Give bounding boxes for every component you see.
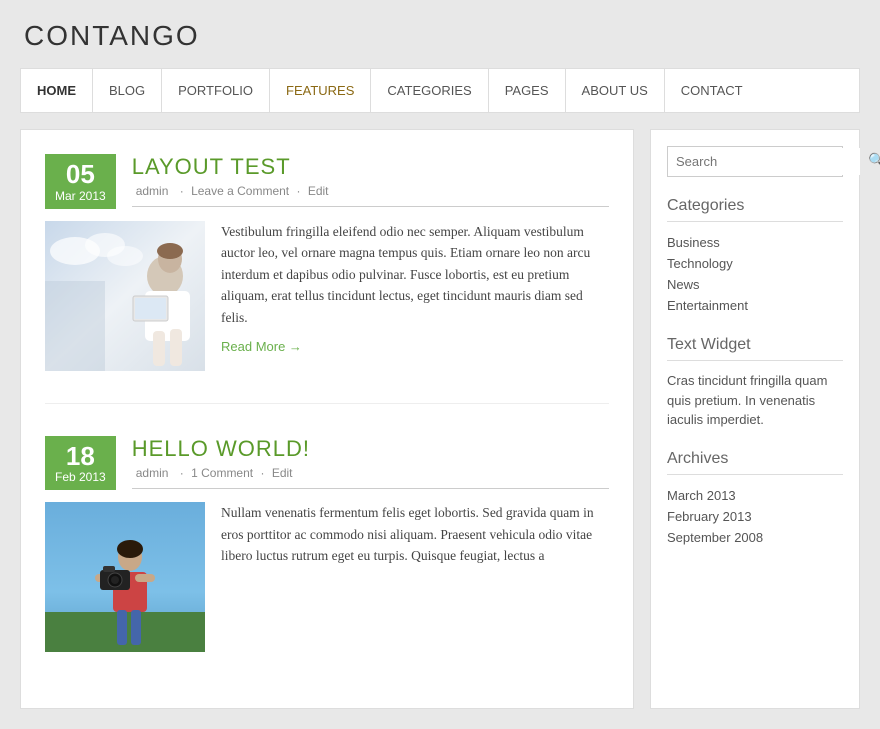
category-business[interactable]: Business (667, 232, 843, 253)
archives-title: Archives (667, 450, 843, 475)
categories-section: Categories Business Technology News Ente… (667, 197, 843, 316)
nav-item-features[interactable]: FEATURES (270, 69, 371, 112)
post-2-image (45, 502, 205, 652)
date-box-2: 18 Feb 2013 (45, 436, 116, 491)
search-input[interactable] (668, 148, 860, 175)
post-2: 18 Feb 2013 HELLO WORLD! admin · 1 Comme… (45, 436, 609, 685)
text-widget-content: Cras tincidunt fringilla quam quis preti… (667, 371, 843, 430)
post-2-text: Nullam venenatis fermentum felis eget lo… (221, 502, 609, 652)
post-1-month-year: Mar 2013 (55, 189, 106, 203)
nav-item-about[interactable]: ABOUT US (566, 69, 665, 112)
category-technology[interactable]: Technology (667, 253, 843, 274)
post-1: 05 Mar 2013 LAYOUT TEST admin · Leave a … (45, 154, 609, 404)
main-nav: HOME BLOG PORTFOLIO FEATURES CATEGORIES … (20, 68, 860, 113)
nav-item-contact[interactable]: CONTACT (665, 69, 759, 112)
post-1-meta: admin · Leave a Comment · Edit (132, 184, 609, 198)
nav-item-home[interactable]: HOME (21, 69, 93, 112)
main-content: 05 Mar 2013 LAYOUT TEST admin · Leave a … (20, 129, 634, 709)
post-1-author: admin (136, 184, 169, 198)
post-1-text: Vestibulum fringilla eleifend odio nec s… (221, 221, 609, 371)
post-1-image (45, 221, 205, 371)
post-2-comment-link[interactable]: 1 Comment (191, 466, 253, 480)
nav-item-blog[interactable]: BLOG (93, 69, 162, 112)
post-2-edit-link[interactable]: Edit (272, 466, 293, 480)
post-1-title[interactable]: LAYOUT TEST (132, 154, 609, 180)
category-news[interactable]: News (667, 274, 843, 295)
search-icon: 🔍 (860, 147, 880, 176)
post-2-author: admin (136, 466, 169, 480)
post-1-read-more[interactable]: Read More → (221, 337, 302, 358)
text-widget-title: Text Widget (667, 336, 843, 361)
nav-item-pages[interactable]: PAGES (489, 69, 566, 112)
archive-september-2008[interactable]: September 2008 (667, 527, 843, 548)
post-1-day: 05 (55, 160, 106, 189)
text-widget-section: Text Widget Cras tincidunt fringilla qua… (667, 336, 843, 430)
categories-title: Categories (667, 197, 843, 222)
nav-item-portfolio[interactable]: PORTFOLIO (162, 69, 270, 112)
post-2-title[interactable]: HELLO WORLD! (132, 436, 609, 462)
post-2-month-year: Feb 2013 (55, 470, 106, 484)
archive-march-2013[interactable]: March 2013 (667, 485, 843, 506)
post-2-meta: admin · 1 Comment · Edit (132, 466, 609, 480)
post-2-day: 18 (55, 442, 106, 471)
nav-item-categories[interactable]: CATEGORIES (371, 69, 488, 112)
archive-february-2013[interactable]: February 2013 (667, 506, 843, 527)
category-entertainment[interactable]: Entertainment (667, 295, 843, 316)
date-box-1: 05 Mar 2013 (45, 154, 116, 209)
site-title: CONTANGO (20, 20, 860, 52)
post-1-comment-link[interactable]: Leave a Comment (191, 184, 289, 198)
post-1-edit-link[interactable]: Edit (308, 184, 329, 198)
search-box[interactable]: 🔍 (667, 146, 843, 177)
archives-section: Archives March 2013 February 2013 Septem… (667, 450, 843, 548)
sidebar: 🔍 Categories Business Technology News En… (650, 129, 860, 709)
